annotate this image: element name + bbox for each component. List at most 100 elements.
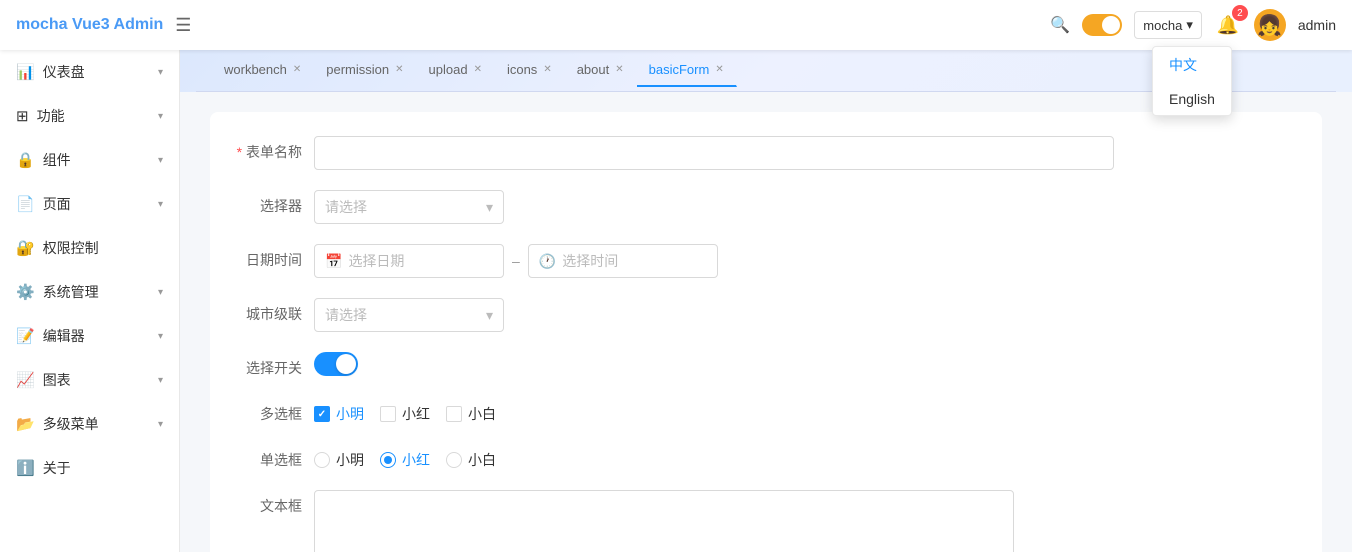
date-picker[interactable]: 📅 选择日期 [314,244,504,278]
chevron-down-icon: ▾ [158,67,163,78]
checkbox-group: ✓ 小明 小红 小白 [314,398,496,424]
label-checkbox: 多选框 [234,398,314,424]
checkbox-xiaohong[interactable]: 小红 [380,404,430,424]
notification-badge: 2 [1232,5,1248,21]
sidebar-item-page[interactable]: 📄 页面 ▾ [0,182,179,226]
chevron-down-icon: ▾ [158,331,163,342]
sidebar-label-component: 组件 [43,150,71,170]
label-toggle: 选择开关 [234,352,314,378]
radio-dot-xiaohong [384,456,392,464]
tab-close-icon[interactable]: ✕ [293,64,301,75]
tab-close-icon[interactable]: ✕ [615,64,623,75]
sidebar-label-page: 页面 [43,194,71,214]
page-icon: 📄 [16,195,35,213]
textarea-input[interactable] [314,490,1014,552]
tab-label: permission [326,62,389,77]
checkbox-box-xiaobai [446,406,462,422]
checkbox-xiaoming[interactable]: ✓ 小明 [314,404,364,424]
avatar[interactable]: 👧 [1254,9,1286,41]
system-icon: ⚙️ [16,283,35,301]
tab-close-icon[interactable]: ✕ [715,64,723,75]
checkbox-xiaobai[interactable]: 小白 [446,404,496,424]
component-icon: 🔒 [16,151,35,169]
calendar-icon: 📅 [325,253,342,270]
multi-menu-icon: 📂 [16,415,35,433]
form-row-city: 城市级联 请选择 ▾ [234,298,1298,332]
form-row-name: 表单名称 [234,136,1298,170]
radio-xiaobai[interactable]: 小白 [446,450,496,470]
language-dropdown: 中文 English [1152,46,1232,116]
toggle-switch[interactable] [314,352,358,376]
sidebar-item-component[interactable]: 🔒 组件 ▾ [0,138,179,182]
label-table-name: 表单名称 [234,136,314,162]
tab-workbench[interactable]: workbench ✕ [212,54,314,87]
label-city: 城市级联 [234,298,314,324]
clock-icon: 🕐 [539,253,556,270]
sidebar-item-chart[interactable]: 📈 图表 ▾ [0,358,179,402]
main-content: 表单名称 选择器 请选择 ▾ [180,92,1352,552]
sidebar-label-system: 系统管理 [43,282,99,302]
label-datetime: 日期时间 [234,244,314,270]
tab-close-icon[interactable]: ✕ [395,64,403,75]
sidebar-label-multi-menu: 多级菜单 [43,414,99,434]
check-icon: ✓ [318,409,326,420]
chevron-down-icon: ▾ [158,155,163,166]
theme-selector[interactable]: mocha ▾ [1134,11,1202,39]
switch-thumb [336,354,356,374]
checkbox-label-xiaohong: 小红 [402,404,430,424]
city-placeholder: 请选择 [325,305,367,325]
form-row-selector: 选择器 请选择 ▾ [234,190,1298,224]
chevron-down-icon: ▾ [158,419,163,430]
admin-name[interactable]: admin [1298,17,1336,33]
tab-close-icon[interactable]: ✕ [543,64,551,75]
sidebar-label-permission: 权限控制 [43,238,99,258]
label-textarea: 文本框 [234,490,314,516]
chevron-down-icon: ▾ [158,287,163,298]
checkbox-label-xiaobai: 小白 [468,404,496,424]
sidebar-label-dashboard: 仪表盘 [43,62,85,82]
sidebar-item-about[interactable]: ℹ️ 关于 [0,446,179,490]
tab-about[interactable]: about ✕ [565,54,637,87]
tab-basicform[interactable]: basicForm ✕ [637,54,737,87]
notification-bell[interactable]: 🔔 2 [1214,11,1242,39]
sidebar-item-editor[interactable]: 📝 编辑器 ▾ [0,314,179,358]
chevron-down-icon: ▾ [158,375,163,386]
lang-option-en[interactable]: English [1153,83,1231,115]
form-row-datetime: 日期时间 📅 选择日期 – 🕐 选择时间 [234,244,1298,278]
header: mocha Vue3 Admin ☰ 🔍 mocha ▾ 🔔 2 👧 admin… [0,0,1352,50]
lang-option-zh[interactable]: 中文 [1153,47,1231,83]
time-picker[interactable]: 🕐 选择时间 [528,244,718,278]
menu-icon[interactable]: ☰ [175,15,191,36]
input-table-name[interactable] [314,136,1114,170]
date-range-separator: – [512,253,520,269]
sidebar-item-permission[interactable]: 🔐 权限控制 [0,226,179,270]
sidebar: 📊 仪表盘 ▾ ⊞ 功能 ▾ 🔒 组件 ▾ [0,50,180,552]
sidebar-item-system[interactable]: ⚙️ 系统管理 ▾ [0,270,179,314]
logo: mocha Vue3 Admin [16,16,163,34]
date-placeholder: 选择日期 [348,251,404,271]
tab-close-icon[interactable]: ✕ [474,64,482,75]
radio-circle-xiaohong [380,452,396,468]
header-right: 🔍 mocha ▾ 🔔 2 👧 admin [1050,9,1336,41]
sidebar-item-function[interactable]: ⊞ 功能 ▾ [0,94,179,138]
form-row-radio: 单选框 小明 小红 [234,444,1298,470]
chart-icon: 📈 [16,371,35,389]
label-selector: 选择器 [234,190,314,216]
sidebar-item-dashboard[interactable]: 📊 仪表盘 ▾ [0,50,179,94]
select-placeholder: 请选择 [325,197,367,217]
tab-permission[interactable]: permission ✕ [314,54,416,87]
sidebar-item-multi-menu[interactable]: 📂 多级菜单 ▾ [0,402,179,446]
radio-circle-xiaobai [446,452,462,468]
chevron-down-icon: ▾ [1186,17,1193,33]
checkbox-label-xiaoming: 小明 [336,404,364,424]
select-city[interactable]: 请选择 ▾ [314,298,504,332]
select-selector[interactable]: 请选择 ▾ [314,190,504,224]
theme-toggle[interactable] [1082,14,1122,36]
checkbox-box-xiaoming: ✓ [314,406,330,422]
radio-xiaohong[interactable]: 小红 [380,450,430,470]
search-icon[interactable]: 🔍 [1050,15,1070,35]
tab-icons[interactable]: icons ✕ [495,54,565,87]
dashboard-icon: 📊 [16,63,35,81]
tab-upload[interactable]: upload ✕ [417,54,495,87]
radio-xiaoming[interactable]: 小明 [314,450,364,470]
